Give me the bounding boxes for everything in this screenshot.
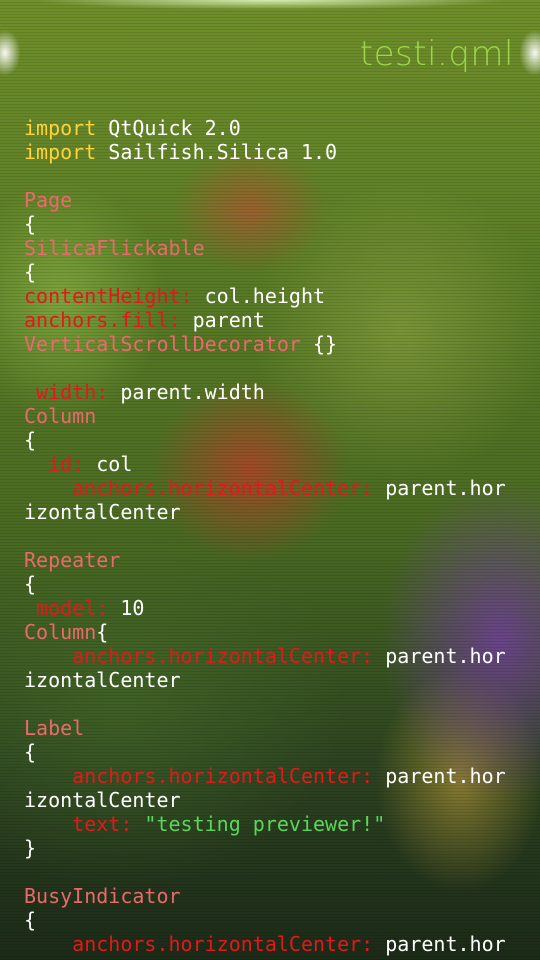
code-line: { (24, 908, 524, 932)
code-token-plain: QtQuick 2.0 (96, 116, 241, 140)
code-line: anchors.horizontalCenter: parent.hor (24, 764, 524, 788)
code-line: Label (24, 716, 524, 740)
code-line: Page (24, 188, 524, 212)
code-line: anchors.fill: parent (24, 308, 524, 332)
code-line: { (24, 212, 524, 236)
left-edge-glow (0, 28, 22, 78)
code-token-plain: Sailfish.Silica 1.0 (96, 140, 338, 164)
code-token-plain: {} (300, 332, 338, 356)
code-line: { (24, 428, 524, 452)
code-line: anchors.horizontalCenter: parent.hor (24, 476, 524, 500)
code-token-prop: id: (24, 452, 85, 476)
code-token-plain: parent.hor (373, 644, 506, 668)
code-line: Column (24, 404, 524, 428)
code-token-type: VerticalScrollDecorator (24, 332, 301, 356)
code-line: BusyIndicator (24, 884, 524, 908)
code-token-plain: { (24, 572, 37, 596)
code-line: SilicaFlickable (24, 236, 524, 260)
code-token-kw: import (24, 140, 97, 164)
code-token-prop: width: (24, 380, 109, 404)
code-token-plain: } (24, 836, 37, 860)
code-token-prop: anchors.horizontalCenter: (24, 764, 374, 788)
code-line: model: 10 (24, 596, 524, 620)
code-line: Column{ (24, 620, 524, 644)
code-token-plain: izontalCenter (24, 500, 181, 524)
code-token-kw: import (24, 116, 97, 140)
code-line: } (24, 836, 524, 860)
code-token-plain: { (24, 428, 37, 452)
code-token-plain: { (96, 620, 109, 644)
code-token-type: Column (24, 404, 97, 428)
code-token-plain: col.height (192, 284, 326, 308)
code-line: import Sailfish.Silica 1.0 (24, 140, 524, 164)
code-token-type: SilicaFlickable (24, 236, 205, 260)
app-screen: testi.qml import QtQuick 2.0 import Sailf… (0, 0, 540, 960)
code-line: anchors.horizontalCenter: parent.hor (24, 932, 524, 956)
code-token-plain: izontalCenter (24, 668, 181, 692)
right-edge-glow (518, 28, 540, 78)
code-line: { (24, 740, 524, 764)
code-token-plain: parent (180, 308, 265, 332)
code-line: Repeater (24, 548, 524, 572)
top-pulley-glow (30, 0, 510, 10)
code-line: contentHeight: col.height (24, 284, 524, 308)
code-token-plain: izontalCenter (24, 788, 181, 812)
code-line: { (24, 572, 524, 596)
code-token-prop: anchors.horizontalCenter: (24, 476, 374, 500)
code-token-plain: parent.hor (373, 764, 506, 788)
code-token-prop: text: (24, 812, 133, 836)
code-token-prop: anchors.fill: (24, 308, 181, 332)
code-line: izontalCenter (24, 668, 524, 692)
code-token-prop: contentHeight: (24, 284, 193, 308)
code-token-plain: parent.width (108, 380, 265, 404)
code-token-prop: anchors.horizontalCenter: (24, 644, 374, 668)
code-token-prop: anchors.horizontalCenter: (24, 932, 374, 956)
code-line: VerticalScrollDecorator {} (24, 332, 524, 356)
code-line: import QtQuick 2.0 (24, 116, 524, 140)
code-token-plain: { (24, 212, 37, 236)
code-token-plain: parent.hor (373, 476, 506, 500)
code-token-plain: col (84, 452, 133, 476)
code-line: izontalCenter (24, 788, 524, 812)
code-line: { (24, 260, 524, 284)
code-viewer[interactable]: import QtQuick 2.0 import Sailfish.Silica… (24, 116, 524, 956)
code-token-type: Label (24, 716, 85, 740)
code-token-type: Column (24, 620, 97, 644)
code-token-plain: { (24, 740, 37, 764)
code-token-str: "testing previewer!" (132, 812, 386, 836)
code-line: izontalCenter (24, 500, 524, 524)
code-token-type: Page (24, 188, 73, 212)
code-token-prop: model: (24, 596, 109, 620)
code-token-plain: { (24, 908, 37, 932)
page-header-title: testi.qml (359, 34, 514, 74)
code-token-plain: parent.hor (373, 932, 506, 956)
code-token-type: BusyIndicator (24, 884, 181, 908)
code-token-plain: 10 (108, 596, 145, 620)
code-token-plain: { (24, 260, 37, 284)
code-line: anchors.horizontalCenter: parent.hor (24, 644, 524, 668)
code-token-type: Repeater (24, 548, 121, 572)
code-line: id: col (24, 452, 524, 476)
code-line: text: "testing previewer!" (24, 812, 524, 836)
code-line: width: parent.width (24, 380, 524, 404)
